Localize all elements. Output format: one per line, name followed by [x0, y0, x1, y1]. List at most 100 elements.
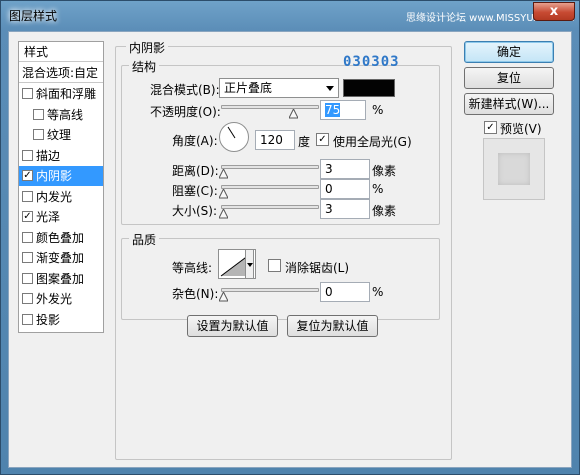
reset-button[interactable]: 复位 — [464, 67, 554, 89]
chevron-down-icon — [247, 263, 253, 267]
ok-button[interactable]: 确定 — [464, 41, 554, 63]
structure-title: 结构 — [129, 58, 160, 75]
style-label: 外发光 — [36, 292, 73, 306]
global-light-label: 使用全局光(G) — [333, 135, 412, 149]
blend-mode-value: 正片叠底 — [224, 81, 273, 95]
window-title: 图层样式 — [9, 9, 58, 23]
style-checkbox[interactable] — [22, 231, 33, 243]
check-icon: ✓ — [486, 122, 495, 133]
list-item-style[interactable]: ✓ 内阴影 — [19, 166, 103, 186]
style-label: 渐变叠加 — [36, 251, 85, 265]
size-label: 大小(S): — [172, 204, 218, 218]
angle-value: 120 — [260, 133, 283, 147]
anti-alias-label: 消除锯齿(L) — [285, 261, 350, 275]
style-checkbox[interactable] — [22, 272, 33, 284]
close-button[interactable]: x — [533, 2, 575, 21]
new-style-button[interactable]: 新建样式(W)... — [464, 93, 554, 115]
opacity-unit: % — [372, 103, 384, 117]
style-checkbox[interactable] — [33, 129, 44, 140]
style-label: 图案叠加 — [36, 271, 85, 286]
angle-dial-needle — [227, 126, 236, 139]
list-item-style[interactable]: 内发光 — [19, 187, 103, 207]
style-checkbox[interactable] — [22, 293, 33, 304]
chevron-down-icon — [326, 86, 334, 91]
list-item-style[interactable]: 渐变叠加 — [19, 248, 103, 268]
list-item-style[interactable]: 等高线 — [19, 105, 103, 125]
size-slider-thumb[interactable] — [219, 209, 228, 219]
noise-label: 杂色(N): — [172, 287, 219, 301]
opacity-input[interactable]: 75 — [320, 100, 366, 120]
opacity-label: 不透明度(O): — [150, 105, 221, 119]
style-preview — [483, 138, 545, 200]
noise-slider-thumb[interactable] — [219, 292, 228, 302]
list-item-style[interactable]: 外发光 — [19, 289, 103, 309]
list-item-style[interactable]: 投影 — [19, 310, 103, 330]
list-item-style[interactable]: 描边 — [19, 146, 103, 166]
style-checkbox[interactable]: ✓ — [22, 170, 33, 181]
angle-unit: 度 — [298, 135, 311, 149]
style-checkbox[interactable] — [22, 313, 33, 325]
choke-slider[interactable] — [221, 185, 319, 189]
list-item-style[interactable]: 斜面和浮雕 — [19, 84, 103, 104]
distance-slider-thumb[interactable] — [219, 169, 228, 179]
opacity-slider-thumb[interactable] — [288, 109, 298, 119]
list-item-style[interactable]: ✓ 光泽 — [19, 207, 103, 227]
choke-label: 阻塞(C): — [172, 184, 218, 198]
reset-default-button[interactable]: 复位为默认值 — [287, 315, 378, 337]
style-checkbox[interactable] — [22, 149, 33, 161]
noise-slider[interactable] — [221, 288, 319, 292]
choke-slider-thumb[interactable] — [219, 189, 228, 199]
dialog-body: 样式 混合选项:自定 斜面和浮雕 等高线 纹理 描边 ✓ 内阴影 内发光 ✓ 光泽 颜色叠加 渐变叠… — [8, 31, 572, 468]
anti-alias-checkbox[interactable] — [268, 259, 281, 272]
size-input[interactable]: 3 — [320, 199, 370, 219]
title-bar[interactable]: 图层样式 思缘设计论坛 www.MISSYUAN.COM x — [1, 1, 579, 31]
style-list: 样式 混合选项:自定 斜面和浮雕 等高线 纹理 描边 ✓ 内阴影 内发光 ✓ 光泽 颜色叠加 渐变叠… — [18, 41, 104, 333]
style-checkbox[interactable] — [22, 88, 33, 99]
style-label: 光泽 — [36, 210, 61, 224]
style-checkbox[interactable] — [33, 108, 44, 120]
style-checkbox[interactable] — [22, 190, 33, 202]
distance-input[interactable]: 3 — [320, 159, 370, 179]
style-label: 内阴影 — [36, 169, 73, 183]
contour-dropdown-button[interactable] — [245, 249, 254, 279]
global-light-checkbox[interactable]: ✓ — [316, 133, 329, 146]
size-slider[interactable] — [221, 205, 319, 209]
style-checkbox[interactable]: ✓ — [22, 211, 33, 222]
style-label: 描边 — [36, 148, 61, 163]
size-value: 3 — [325, 202, 333, 216]
list-item-style[interactable]: 纹理 — [19, 125, 103, 145]
quality-title: 品质 — [129, 231, 160, 248]
preview-swatch — [498, 153, 530, 185]
angle-label: 角度(A): — [172, 134, 218, 148]
noise-input[interactable]: 0 — [320, 282, 370, 302]
noise-value: 0 — [325, 285, 333, 299]
check-icon: ✓ — [318, 134, 327, 145]
list-item-style[interactable]: 图案叠加 — [19, 269, 103, 289]
noise-unit: % — [372, 285, 384, 299]
choke-value: 0 — [325, 182, 333, 196]
preview-checkbox[interactable]: ✓ — [484, 121, 497, 134]
list-item-style[interactable]: 颜色叠加 — [19, 228, 103, 248]
blend-mode-select[interactable]: 正片叠底 — [219, 78, 339, 98]
angle-input[interactable]: 120 — [255, 130, 295, 150]
inner-shadow-title: 内阴影 — [126, 39, 169, 56]
angle-dial[interactable] — [219, 122, 249, 152]
style-checkbox[interactable] — [22, 252, 33, 263]
distance-value: 3 — [325, 162, 333, 176]
list-header-label: 样式 — [24, 45, 49, 59]
blend-mode-label: 混合模式(B): — [150, 83, 220, 97]
opacity-value: 75 — [325, 103, 341, 117]
list-header-styles[interactable]: 样式 — [19, 42, 103, 62]
list-item-blending-options[interactable]: 混合选项:自定 — [19, 63, 103, 83]
choke-input[interactable]: 0 — [320, 179, 370, 199]
set-default-button[interactable]: 设置为默认值 — [187, 315, 278, 337]
distance-slider[interactable] — [221, 165, 319, 169]
preview-label: 预览(V) — [500, 122, 542, 136]
style-label: 等高线 — [47, 107, 84, 122]
shadow-color-swatch[interactable] — [343, 79, 395, 97]
distance-label: 距离(D): — [172, 164, 219, 178]
style-label: 投影 — [36, 312, 61, 327]
style-label: 纹理 — [47, 128, 72, 142]
style-label: 斜面和浮雕 — [36, 87, 97, 101]
opacity-slider[interactable] — [221, 105, 319, 109]
